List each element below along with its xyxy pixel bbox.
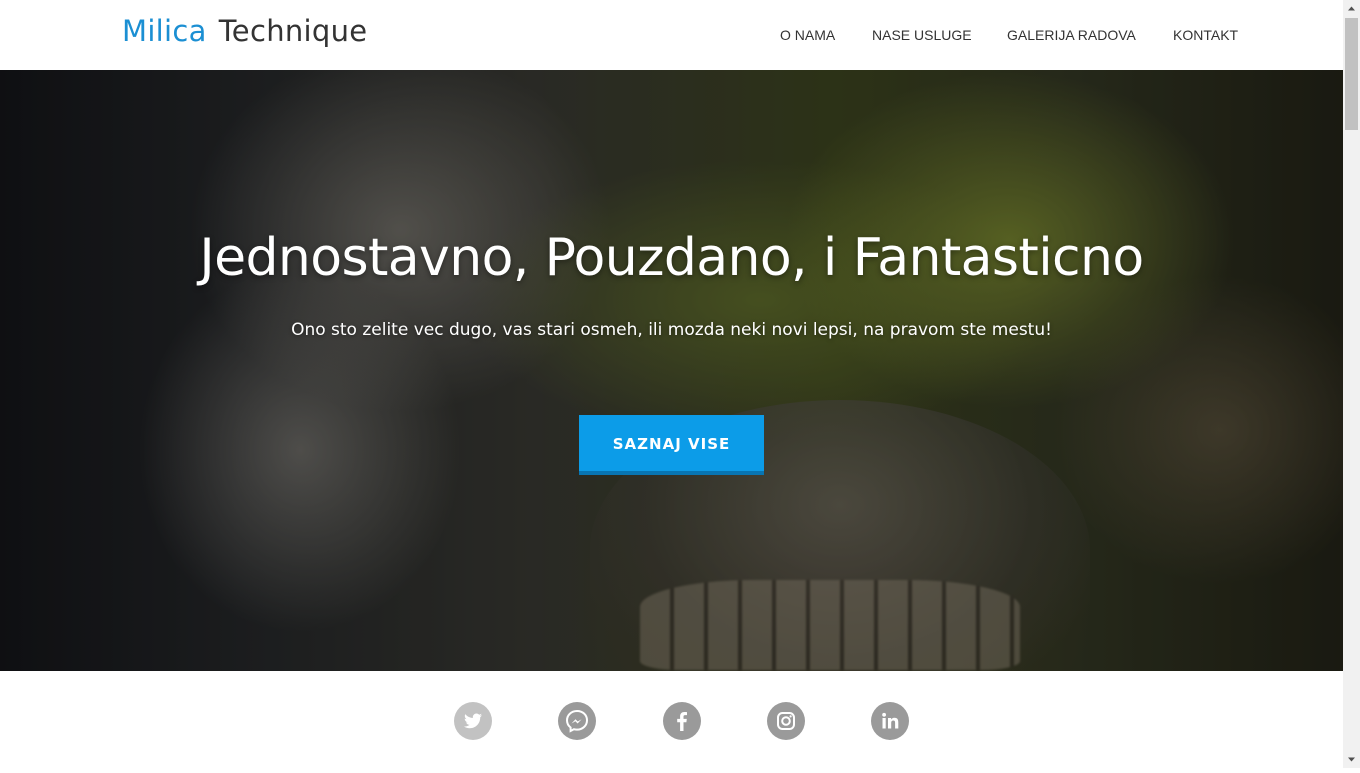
page: Milica Technique O NAMA NASE USLUGE GALER… <box>0 0 1343 768</box>
hero-overlay <box>0 70 1343 671</box>
twitter-icon[interactable] <box>454 702 492 740</box>
linkedin-icon[interactable] <box>871 702 909 740</box>
hero-section: Jednostavno, Pouzdano, i Fantasticno Ono… <box>0 70 1343 671</box>
scroll-up-arrow-icon[interactable] <box>1343 0 1360 17</box>
hero-subtitle: Ono sto zelite vec dugo, vas stari osmeh… <box>291 320 1052 340</box>
instagram-icon[interactable] <box>767 702 805 740</box>
site-logo[interactable]: Milica Technique <box>122 14 367 48</box>
scrollbar-thumb[interactable] <box>1345 18 1358 130</box>
logo-accent-text: Milica <box>122 14 207 48</box>
nav-link-o-nama[interactable]: O NAMA <box>780 27 835 43</box>
scroll-down-arrow-icon[interactable] <box>1343 751 1360 768</box>
nav-link-kontakt[interactable]: KONTAKT <box>1173 27 1238 43</box>
nav-link-galerija-radova[interactable]: GALERIJA RADOVA <box>1007 27 1136 43</box>
messenger-icon[interactable] <box>558 702 596 740</box>
hero-title: Jednostavno, Pouzdano, i Fantasticno <box>199 228 1144 288</box>
nav-link-nase-usluge[interactable]: NASE USLUGE <box>872 27 972 43</box>
learn-more-button[interactable]: SAZNAJ VISE <box>579 415 764 475</box>
vertical-scrollbar[interactable] <box>1343 0 1360 768</box>
logo-text: Technique <box>218 14 368 48</box>
facebook-icon[interactable] <box>663 702 701 740</box>
site-header: Milica Technique O NAMA NASE USLUGE GALER… <box>0 0 1343 70</box>
